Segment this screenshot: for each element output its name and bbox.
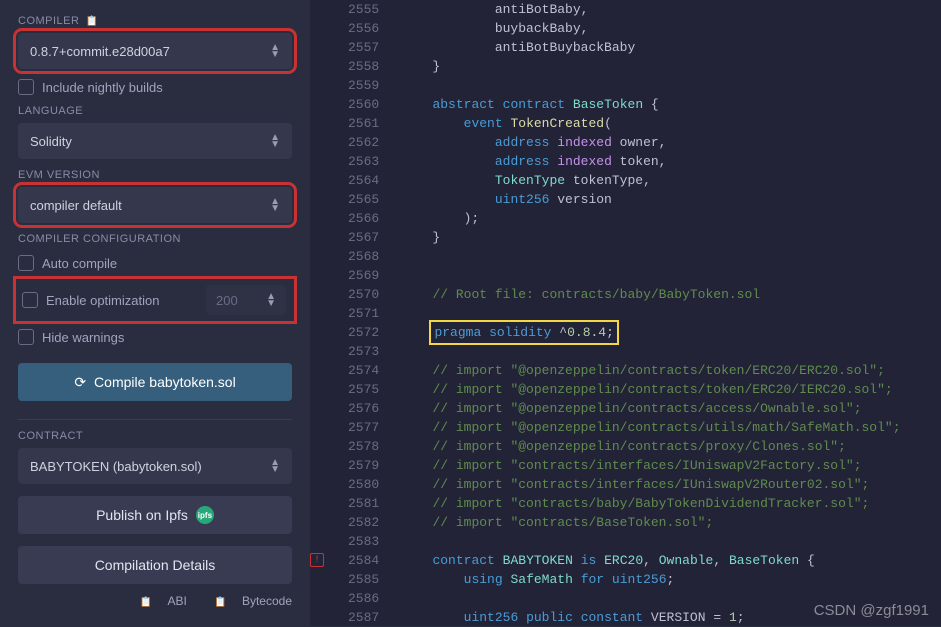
nightly-checkbox[interactable]	[18, 79, 34, 95]
hidewarn-checkbox[interactable]	[18, 329, 34, 345]
output-links: ABI Bytecode	[18, 594, 292, 608]
code-content[interactable]: antiBotBaby, buybackBaby, antiBotBuyback…	[391, 0, 910, 626]
compile-button[interactable]: ⟳ Compile babytoken.sol	[18, 363, 292, 401]
autocompile-checkbox[interactable]	[18, 255, 34, 271]
error-gutter: !	[310, 0, 328, 626]
config-label: COMPILER CONFIGURATION	[18, 233, 292, 245]
copy-icon	[214, 594, 226, 608]
copy-icon[interactable]	[85, 15, 98, 27]
chevron-updown-icon: ▲▼	[270, 134, 280, 148]
hidewarn-row: Hide warnings	[18, 329, 292, 345]
code-editor[interactable]: ! 25552556255725582559256025612562256325…	[310, 0, 941, 626]
chevron-updown-icon: ▲▼	[270, 198, 280, 212]
watermark: CSDN @zgf1991	[814, 601, 929, 620]
copy-icon	[140, 594, 152, 608]
evm-select[interactable]: compiler default ▲▼	[18, 187, 292, 223]
contract-select[interactable]: BABYTOKEN (babytoken.sol) ▲▼	[18, 448, 292, 484]
compiler-label: COMPILER	[18, 15, 292, 27]
line-gutter: 2555255625572558255925602561256225632564…	[328, 0, 391, 626]
compiler-select[interactable]: 0.8.7+commit.e28d00a7 ▲▼	[18, 33, 292, 69]
optimization-checkbox[interactable]	[22, 292, 38, 308]
language-select[interactable]: Solidity ▲▼	[18, 123, 292, 159]
chevron-updown-icon: ▲▼	[270, 44, 280, 58]
chevron-updown-icon: ▲▼	[266, 293, 276, 307]
compiler-sidebar: COMPILER 0.8.7+commit.e28d00a7 ▲▼ Includ…	[0, 0, 310, 626]
bytecode-link[interactable]: Bytecode	[202, 594, 292, 608]
optimization-row: Enable optimization 200 ▲▼	[18, 281, 292, 319]
chevron-updown-icon: ▲▼	[270, 459, 280, 473]
error-icon[interactable]: !	[310, 553, 324, 567]
autocompile-row: Auto compile	[18, 255, 292, 271]
ipfs-icon: ipfs	[196, 506, 214, 524]
nightly-row: Include nightly builds	[18, 79, 292, 95]
abi-link[interactable]: ABI	[128, 594, 187, 608]
publish-ipfs-button[interactable]: Publish on Ipfs ipfs	[18, 496, 292, 534]
contract-label: CONTRACT	[18, 430, 292, 442]
compilation-details-button[interactable]: Compilation Details	[18, 546, 292, 584]
optimization-runs-input[interactable]: 200 ▲▼	[206, 285, 286, 315]
refresh-icon: ⟳	[74, 374, 86, 391]
language-label: LANGUAGE	[18, 105, 292, 117]
divider	[18, 419, 292, 420]
evm-label: EVM VERSION	[18, 169, 292, 181]
